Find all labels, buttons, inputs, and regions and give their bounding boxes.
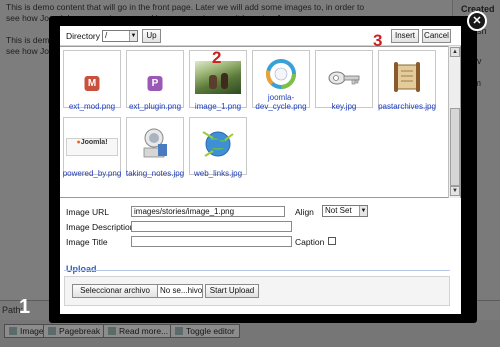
joomla-logo-icon: ●Joomla! bbox=[66, 138, 118, 156]
cancel-button[interactable]: Cancel bbox=[422, 29, 451, 43]
annotation-marker-3: 3 bbox=[373, 31, 383, 50]
choose-file-button[interactable]: Seleccionar archivo bbox=[72, 284, 158, 298]
image-button-label: Image bbox=[20, 326, 44, 336]
toggle-editor-button[interactable]: Toggle editor bbox=[170, 324, 240, 338]
scroll-down-arrow-icon[interactable]: ▼ bbox=[450, 186, 460, 196]
image-dialog: Directory / ▼ Up Insert Cancel M ext_mod.… bbox=[60, 26, 461, 314]
toggle-editor-icon bbox=[175, 327, 183, 335]
upload-divider bbox=[64, 270, 450, 271]
align-label: Align bbox=[295, 207, 314, 217]
image-title-field[interactable] bbox=[131, 236, 292, 247]
chevron-down-icon: ▼ bbox=[129, 31, 137, 41]
annotation-marker-1: 1 bbox=[19, 296, 31, 318]
image-thumb-ext-mod[interactable]: M ext_mod.png bbox=[63, 50, 121, 111]
globe-icon bbox=[202, 131, 234, 157]
directory-label: Directory bbox=[66, 31, 101, 41]
image-thumb-ext-plugin[interactable]: P ext_plugin.png bbox=[126, 50, 184, 111]
image-thumb-joomla-dev-cycle[interactable]: joomla-dev_cycle.png bbox=[252, 50, 310, 111]
editor-button-bar: Image Pagebreak Read more... Toggle edit… bbox=[0, 320, 500, 347]
image-filename: image_1.png bbox=[194, 102, 242, 111]
upload-box: Seleccionar archivo No se...hivo Start U… bbox=[64, 276, 450, 306]
scrollbar-thumb[interactable] bbox=[450, 108, 460, 186]
image-filename: ext_plugin.png bbox=[128, 102, 182, 111]
image-browser-scrollbar[interactable]: ▲ ▼ bbox=[448, 46, 460, 198]
read-more-button-label: Read more... bbox=[119, 326, 169, 336]
image-filename: web_links.jpg bbox=[193, 169, 243, 178]
image-filename: key.jpg bbox=[331, 102, 357, 111]
image-filename: joomla-dev_cycle.png bbox=[255, 93, 307, 111]
image-thumb-powered-by[interactable]: ●Joomla! powered_by.png bbox=[63, 117, 121, 178]
caption-checkbox[interactable] bbox=[328, 237, 336, 245]
scroll-icon bbox=[394, 62, 420, 92]
image-url-field[interactable]: images/stories/image_1.png bbox=[131, 206, 285, 217]
directory-value: / bbox=[105, 31, 108, 40]
upload-section: Upload Seleccionar archivo No se...hivo … bbox=[60, 254, 461, 314]
image-browser: M ext_mod.png P ext_plugin.png image_1.p… bbox=[60, 46, 461, 198]
image-thumb-taking-notes[interactable]: taking_notes.jpg bbox=[126, 117, 184, 178]
read-more-icon bbox=[108, 327, 116, 335]
image-filename: powered_by.png bbox=[62, 169, 122, 178]
image-icon bbox=[9, 327, 17, 335]
directory-select[interactable]: / ▼ bbox=[102, 30, 138, 42]
cycle-diagram-icon bbox=[266, 59, 296, 89]
image-button[interactable]: Image bbox=[4, 324, 49, 338]
align-value: Not Set bbox=[325, 206, 352, 215]
image-filename: pastarchives.jpg bbox=[378, 102, 436, 111]
insert-button[interactable]: Insert bbox=[391, 29, 419, 43]
module-icon: M bbox=[84, 76, 100, 91]
image-properties-form: Image URL images/stories/image_1.png Ali… bbox=[60, 198, 461, 254]
read-more-button[interactable]: Read more... bbox=[103, 324, 174, 338]
key-icon bbox=[328, 71, 360, 85]
pagebreak-icon bbox=[48, 327, 56, 335]
image-thumb-pastarchives[interactable]: pastarchives.jpg bbox=[378, 50, 436, 111]
up-button[interactable]: Up bbox=[142, 29, 161, 43]
image-description-label: Image Description bbox=[66, 222, 135, 232]
pagebreak-button-label: Pagebreak bbox=[59, 326, 101, 336]
annotation-marker-2: 2 bbox=[212, 48, 222, 67]
caption-label: Caption bbox=[295, 237, 325, 247]
editor-text-line: This is demo content that will go in the… bbox=[6, 2, 365, 12]
notes-icon bbox=[143, 128, 167, 158]
align-select[interactable]: Not Set ▼ bbox=[322, 205, 368, 217]
pagebreak-button[interactable]: Pagebreak bbox=[43, 324, 106, 338]
image-thumb-key[interactable]: key.jpg bbox=[315, 50, 373, 111]
image-thumb-web-links[interactable]: web_links.jpg bbox=[189, 117, 247, 178]
toggle-editor-button-label: Toggle editor bbox=[186, 326, 235, 336]
image-title-label: Image Title bbox=[66, 237, 108, 247]
image-filename: ext_mod.png bbox=[68, 102, 116, 111]
start-upload-button[interactable]: Start Upload bbox=[205, 284, 259, 298]
chevron-down-icon: ▼ bbox=[359, 206, 367, 216]
no-file-text: No se...hivo bbox=[157, 284, 203, 298]
image-filename: taking_notes.jpg bbox=[125, 169, 185, 178]
directory-toolbar: Directory / ▼ Up Insert Cancel bbox=[60, 26, 461, 46]
plugin-icon: P bbox=[147, 76, 163, 91]
close-icon[interactable]: ✕ bbox=[467, 11, 487, 31]
upload-title: Upload bbox=[66, 264, 97, 274]
image-description-field[interactable] bbox=[131, 221, 292, 232]
image-url-label: Image URL bbox=[66, 207, 109, 217]
scroll-up-arrow-icon[interactable]: ▲ bbox=[450, 47, 460, 57]
